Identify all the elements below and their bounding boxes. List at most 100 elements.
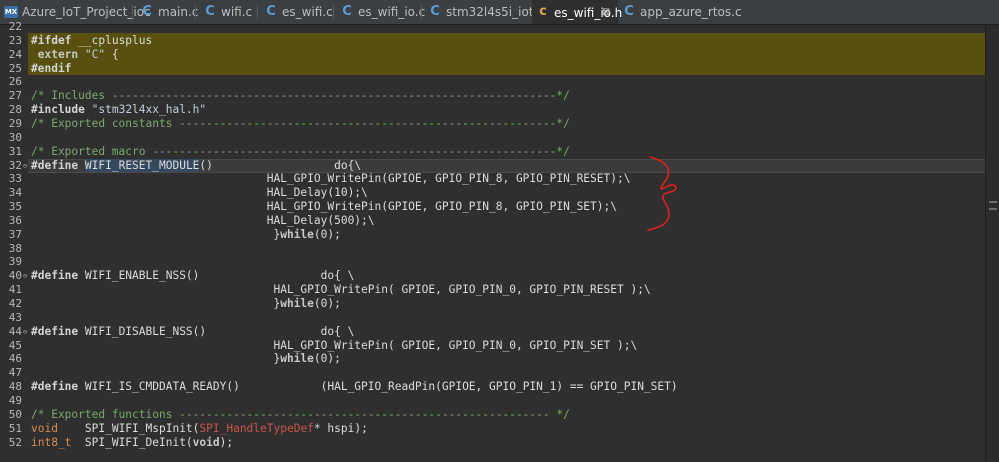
line-number: 37: [8, 227, 22, 241]
c-file-icon: C: [205, 4, 215, 19]
c-file-icon: C: [342, 4, 352, 19]
line-number: 27: [8, 89, 22, 103]
code-token: (0);: [313, 227, 341, 241]
code-text[interactable]: HAL_GPIO_WritePin( GPIOE, GPIO_PIN_0, GP…: [31, 283, 651, 297]
code-token: WIFI_DISABLE_NSS() do{ \: [78, 324, 355, 338]
vertical-scrollbar[interactable]: [985, 25, 999, 462]
line-number: 31: [8, 144, 22, 158]
code-text[interactable]: #define WIFI_DISABLE_NSS() do{ \: [31, 325, 354, 339]
code-line: 48 #define WIFI_IS_CMDDATA_READY() (HAL_G…: [0, 380, 985, 394]
code-token: WIFI_IS_CMDDATA_READY() (HAL_GPIO_ReadPi…: [78, 380, 678, 394]
code-token: HAL_GPIO_WritePin( GPIOE, GPIO_PIN_0, GP…: [31, 283, 651, 297]
code-token: );: [219, 435, 234, 449]
code-token: }: [31, 352, 281, 366]
code-token: "C": [84, 47, 106, 61]
code-text[interactable]: /* Includes ----------------------------…: [31, 89, 570, 103]
code-text[interactable]: /* Exported constants ------------------…: [31, 117, 570, 131]
code-line: 22: [0, 20, 985, 34]
code-token: SPI_WIFI_DeInit(: [71, 435, 193, 449]
line-number: 32: [8, 158, 22, 172]
code-text[interactable]: #define WIFI_IS_CMDDATA_READY() (HAL_GPI…: [31, 380, 678, 394]
code-text[interactable]: #endif: [31, 62, 71, 76]
code-text[interactable]: #define WIFI_ENABLE_NSS() do{ \: [31, 269, 354, 283]
code-text[interactable]: HAL_GPIO_WritePin(GPIOE, GPIO_PIN_8, GPI…: [31, 200, 617, 214]
code-token: (0);: [313, 297, 341, 310]
fold-toggle-icon[interactable]: ⊖: [22, 159, 28, 173]
line-number: 34: [8, 186, 22, 200]
line-number: 50: [8, 407, 22, 421]
line-number: 49: [8, 393, 22, 407]
line-number: 35: [8, 200, 22, 214]
tab-separator: [421, 5, 422, 19]
code-token: }: [31, 227, 281, 241]
line-number: 42: [8, 297, 22, 310]
line-number: 45: [8, 338, 22, 352]
line-number: 38: [8, 241, 22, 255]
code-token: while: [280, 227, 314, 241]
code-line: 49: [0, 394, 985, 408]
line-number: 24: [8, 47, 22, 61]
code-token: extern: [31, 47, 79, 61]
code-editor[interactable]: 22 23 #ifdef __cplusplus 24 extern "C" { 25 #…: [0, 20, 999, 462]
code-token: HAL_Delay(10);\: [31, 186, 368, 200]
code-token: (0);: [313, 352, 341, 366]
code-line: 50 /* Exported functions ----------------…: [0, 408, 985, 422]
code-text[interactable]: /* Exported functions ------------------…: [31, 408, 570, 422]
line-number: 43: [8, 310, 22, 324]
code-token: while: [280, 352, 314, 366]
code-token: HAL_Delay(500);\: [31, 213, 375, 227]
code-text[interactable]: #include "stm32l4xx_hal.h": [31, 103, 206, 117]
code-line: 30: [0, 131, 985, 145]
code-text[interactable]: HAL_Delay(10);\: [31, 186, 368, 200]
code-line: 44 ⊖ #define WIFI_DISABLE_NSS() do{ \: [0, 325, 985, 339]
line-number: 33: [8, 172, 22, 186]
code-token: /* Exported constants ------------------…: [31, 116, 570, 130]
code-token: /* Includes ----------------------------…: [31, 89, 570, 103]
code-token: #define: [31, 158, 79, 172]
code-text[interactable]: HAL_Delay(500);\: [31, 214, 375, 228]
code-token: __cplusplus: [71, 33, 153, 47]
fold-toggle-icon[interactable]: ⊖: [22, 269, 28, 283]
code-line: 45 HAL_GPIO_WritePin( GPIOE, GPIO_PIN_0,…: [0, 339, 985, 353]
code-text[interactable]: HAL_GPIO_WritePin( GPIOE, GPIO_PIN_0, GP…: [31, 339, 637, 353]
line-number: 41: [8, 283, 22, 297]
scrollbar-marker: [989, 201, 997, 203]
line-number: 30: [8, 130, 22, 144]
line-number: 40: [8, 269, 22, 283]
code-line: 46 }while(0);: [0, 352, 985, 366]
code-line: 29 /* Exported constants ----------------…: [0, 117, 985, 131]
code-token: () do{\: [199, 158, 362, 172]
line-number: 52: [8, 435, 22, 449]
c-file-icon: C: [142, 4, 152, 19]
code-line: 35 HAL_GPIO_WritePin(GPIOE, GPIO_PIN_8, …: [0, 200, 985, 214]
code-line: 28 #include "stm32l4xx_hal.h": [0, 103, 985, 117]
code-text[interactable]: #define WIFI_RESET_MODULE() do{\: [31, 158, 362, 173]
code-token: SPI_HandleTypeDef: [199, 421, 314, 435]
code-text[interactable]: /* Exported macro ----------------------…: [31, 145, 570, 159]
code-token: HAL_GPIO_WritePin(GPIOE, GPIO_PIN_8, GPI…: [31, 200, 617, 214]
code-token: #define: [31, 324, 79, 338]
code-line: 47: [0, 366, 985, 380]
tab-separator: [195, 5, 196, 19]
code-line: 23 #ifdef __cplusplus: [0, 34, 985, 48]
code-text[interactable]: }while(0);: [31, 297, 341, 311]
line-number: 44: [8, 324, 22, 338]
code-token: }: [31, 297, 281, 310]
code-text[interactable]: #ifdef __cplusplus: [31, 34, 152, 48]
code-line: 34 HAL_Delay(10);\: [0, 186, 985, 200]
fold-toggle-icon[interactable]: ⊖: [22, 325, 28, 339]
code-text[interactable]: }while(0);: [31, 352, 341, 366]
code-text[interactable]: HAL_GPIO_WritePin(GPIOE, GPIO_PIN_8, GPI…: [31, 172, 631, 186]
code-text[interactable]: extern "C" {: [31, 48, 119, 62]
code-line: 39: [0, 255, 985, 269]
code-token: /* Exported macro ----------------------…: [31, 144, 570, 158]
code-text[interactable]: int8_t SPI_WIFI_DeInit(void);: [31, 436, 233, 450]
code-line: 40 ⊖ #define WIFI_ENABLE_NSS() do{ \: [0, 269, 985, 283]
selected-token: WIFI_RESET_MODULE: [84, 158, 200, 172]
code-text[interactable]: void SPI_WIFI_MspInit(SPI_HandleTypeDef*…: [31, 422, 368, 436]
code-token: while: [280, 297, 314, 310]
code-line: 43: [0, 311, 985, 325]
line-number: 25: [8, 61, 22, 75]
code-text[interactable]: }while(0);: [31, 227, 341, 242]
